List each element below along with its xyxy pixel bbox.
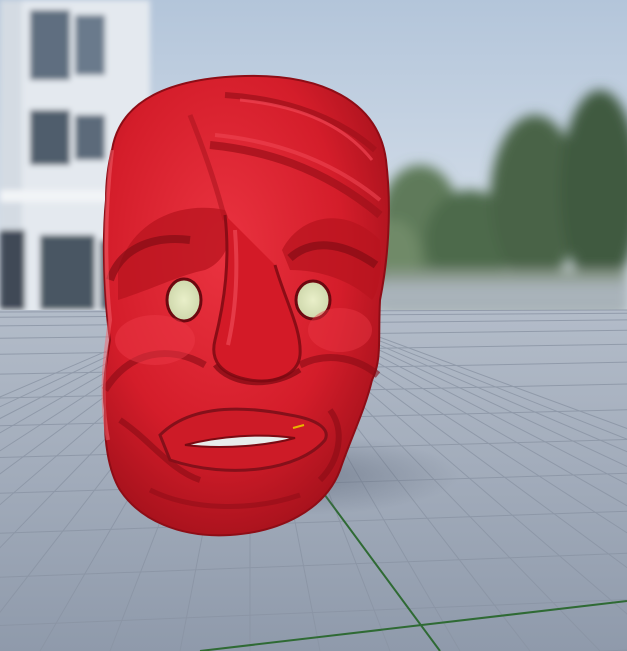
left-eye-hole bbox=[165, 277, 203, 323]
scene-render bbox=[0, 0, 627, 651]
3d-viewport[interactable] bbox=[0, 0, 627, 651]
